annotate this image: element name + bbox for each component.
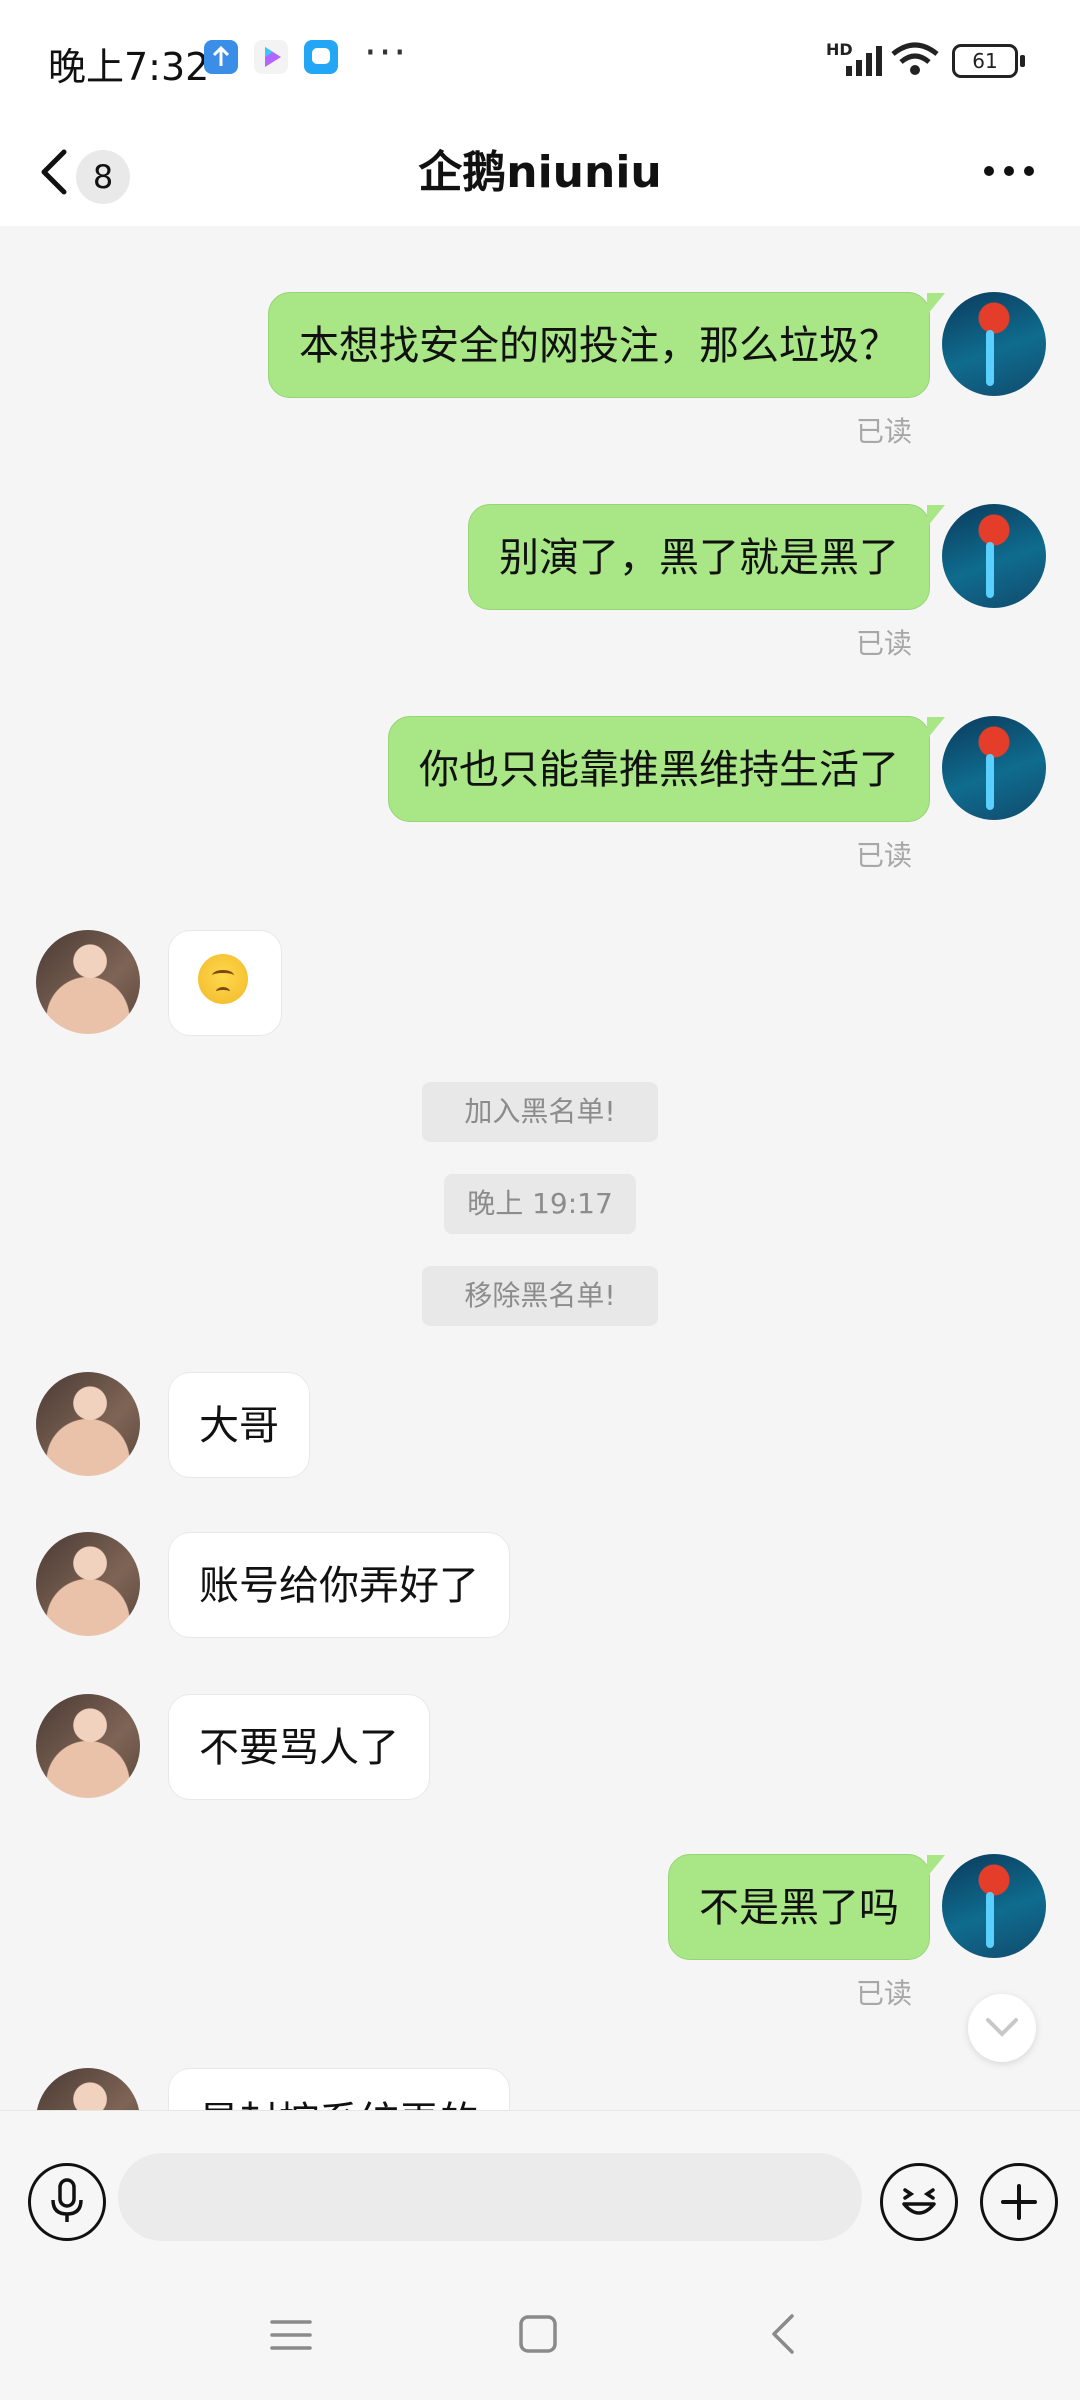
my-avatar[interactable] <box>942 292 1046 396</box>
system-message: 移除黑名单! <box>422 1266 658 1326</box>
video-app-icon <box>254 40 288 74</box>
message-bubble-sent[interactable]: 不是黑了吗 <box>668 1854 945 1960</box>
contact-avatar[interactable] <box>36 1372 140 1476</box>
voice-button[interactable] <box>28 2163 106 2241</box>
dot-icon <box>1004 166 1014 176</box>
hushed-face-emoji-icon <box>198 954 248 1004</box>
system-navigation-bar <box>0 2286 1080 2400</box>
plus-icon <box>1001 2184 1037 2220</box>
read-receipt: 已读 <box>856 1977 913 2010</box>
message-bubble-received[interactable]: 大哥 <box>168 1372 310 1478</box>
emoji-button[interactable] <box>880 2163 958 2241</box>
dot-icon <box>984 166 994 176</box>
my-avatar[interactable] <box>942 1854 1046 1958</box>
read-receipt: 已读 <box>856 839 913 872</box>
chat-title: 企鹅niuniu <box>418 147 662 198</box>
message-bubble-received[interactable]: 账号给你弄好了 <box>168 1532 510 1638</box>
battery-indicator: 61 <box>952 44 1025 78</box>
my-avatar[interactable] <box>942 504 1046 608</box>
microphone-icon <box>51 2178 83 2222</box>
contact-avatar[interactable] <box>36 2068 140 2110</box>
contact-avatar[interactable] <box>36 1694 140 1798</box>
read-receipt: 已读 <box>856 627 913 660</box>
back-nav-icon[interactable] <box>768 2312 798 2356</box>
home-icon[interactable] <box>518 2314 558 2354</box>
message-input[interactable] <box>118 2153 862 2241</box>
dot-icon <box>1024 166 1034 176</box>
message-input-bar <box>0 2110 1080 2287</box>
upload-app-icon <box>204 40 238 74</box>
contact-avatar[interactable] <box>36 1532 140 1636</box>
read-receipt: 已读 <box>856 415 913 448</box>
wifi-icon <box>891 42 939 75</box>
chevron-down-icon <box>986 2018 1018 2037</box>
smiley-icon <box>902 2188 936 2215</box>
message-bubble-received[interactable]: 不要骂人了 <box>168 1694 430 1800</box>
contact-avatar[interactable] <box>36 930 140 1034</box>
more-options-button[interactable] <box>980 146 1040 190</box>
chat-message-list[interactable]: 本想找安全的网投注，那么垃圾？ 已读 别演了，黑了就是黑了 已读 你也只能靠推黑… <box>0 226 1080 2110</box>
status-bar: 晚上7:32 ··· HD 61 <box>0 0 1080 120</box>
scroll-to-bottom-button[interactable] <box>968 1994 1036 2062</box>
system-message: 加入黑名单! <box>422 1082 658 1142</box>
message-bubble-sent[interactable]: 别演了，黑了就是黑了 <box>468 504 945 610</box>
add-button[interactable] <box>980 2163 1058 2241</box>
system-timestamp: 晚上 19:17 <box>444 1174 636 1234</box>
status-overflow: ··· <box>364 30 409 76</box>
message-bubble-sent[interactable]: 本想找安全的网投注，那么垃圾？ <box>268 292 945 398</box>
chat-header: 8 企鹅niuniu <box>0 120 1080 226</box>
message-bubble-sent[interactable]: 你也只能靠推黑维持生活了 <box>388 716 945 822</box>
my-avatar[interactable] <box>942 716 1046 820</box>
signal-icon <box>846 46 882 76</box>
chat-app-icon <box>304 40 338 74</box>
message-bubble-received[interactable]: 是封控系统弄的 <box>168 2068 510 2110</box>
menu-icon[interactable] <box>270 2314 312 2356</box>
status-time: 晚上7:32 <box>48 45 210 89</box>
